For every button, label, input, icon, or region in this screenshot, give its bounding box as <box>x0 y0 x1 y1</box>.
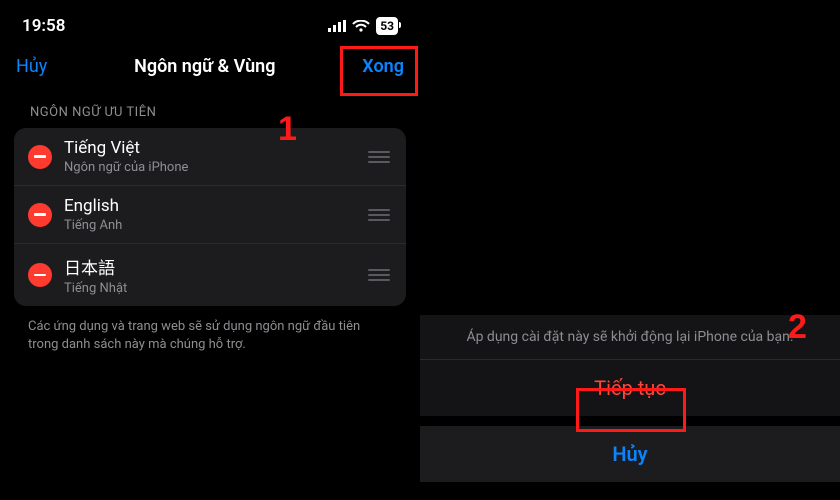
screen-confirm-restart: Áp dụng cài đặt này sẽ khởi động lại iPh… <box>420 0 840 500</box>
language-subtitle: Tiếng Nhật <box>64 281 356 296</box>
wifi-icon <box>352 20 370 32</box>
cancel-sheet-button[interactable]: Hủy <box>420 426 840 482</box>
status-right: 53 <box>328 17 398 35</box>
delete-icon[interactable] <box>28 263 52 287</box>
language-subtitle: Ngôn ngữ của iPhone <box>64 160 356 175</box>
delete-icon[interactable] <box>28 145 52 169</box>
done-button[interactable]: Xong <box>362 56 404 77</box>
drag-handle-icon[interactable] <box>368 151 392 163</box>
cellular-icon <box>328 20 346 32</box>
language-row[interactable]: Tiếng Việt Ngôn ngữ của iPhone <box>14 128 406 185</box>
cancel-button[interactable]: Hủy <box>16 56 47 77</box>
battery-indicator: 53 <box>376 17 398 35</box>
action-sheet-message: Áp dụng cài đặt này sẽ khởi động lại iPh… <box>420 315 840 360</box>
status-time: 19:58 <box>22 16 65 36</box>
screen-language-region: 19:58 53 Hủy Ngôn ngữ & Vùng Xong NGÔN N… <box>0 0 420 500</box>
language-name: Tiếng Việt <box>64 138 356 158</box>
annotation-step1: 1 <box>278 110 297 149</box>
language-subtitle: Tiếng Anh <box>64 218 356 233</box>
continue-button[interactable]: Tiếp tục <box>420 360 840 416</box>
annotation-step2: 2 <box>788 308 807 347</box>
language-row[interactable]: English Tiếng Anh <box>14 185 406 243</box>
language-row[interactable]: 日本語 Tiếng Nhật <box>14 243 406 306</box>
language-name: 日本語 <box>64 254 356 279</box>
preferred-languages-list: Tiếng Việt Ngôn ngữ của iPhone English T… <box>14 128 406 306</box>
page-title: Ngôn ngữ & Vùng <box>134 56 275 77</box>
action-sheet: Áp dụng cài đặt này sẽ khởi động lại iPh… <box>420 315 840 482</box>
section-footer: Các ứng dụng và trang web sẽ sử dụng ngô… <box>0 306 420 354</box>
delete-icon[interactable] <box>28 203 52 227</box>
nav-bar: Hủy Ngôn ngữ & Vùng Xong <box>0 42 420 87</box>
status-bar: 19:58 53 <box>0 0 420 42</box>
section-header-preferred-languages: NGÔN NGỮ ƯU TIÊN <box>0 87 420 128</box>
drag-handle-icon[interactable] <box>368 209 392 221</box>
language-name: English <box>64 196 356 216</box>
drag-handle-icon[interactable] <box>368 269 392 281</box>
